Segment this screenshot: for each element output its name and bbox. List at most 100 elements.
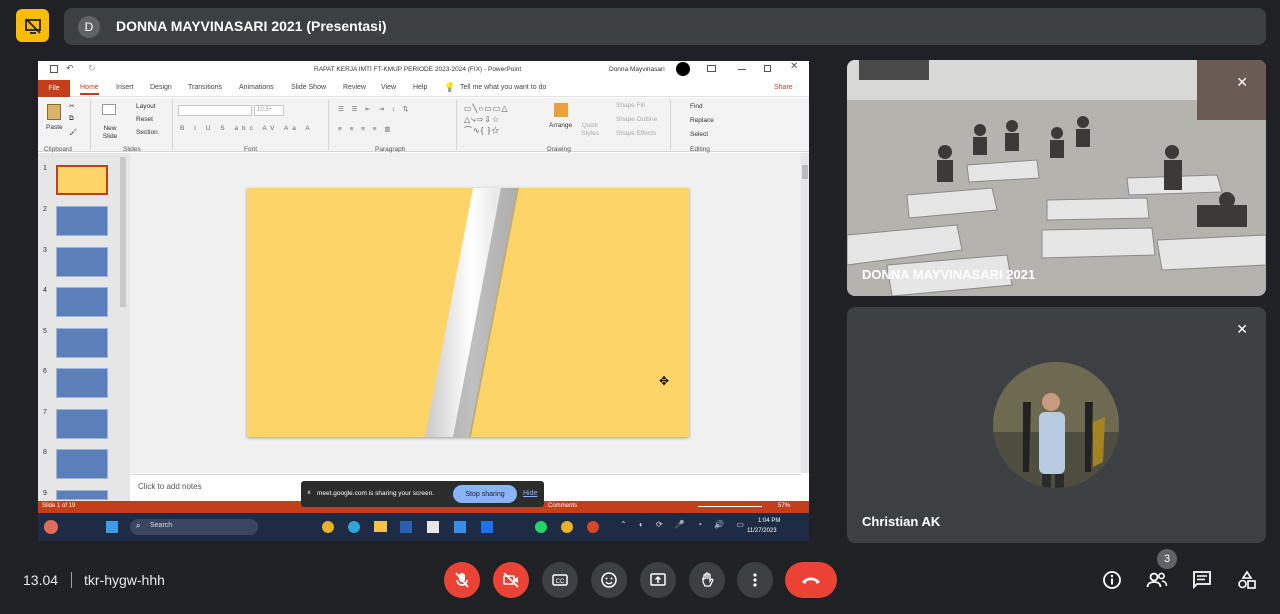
select-button[interactable]: Select xyxy=(690,131,708,138)
widgets-icon[interactable] xyxy=(44,520,58,534)
slide-thumbnail-7[interactable] xyxy=(56,409,108,439)
undo-icon[interactable]: ↶ xyxy=(66,63,74,74)
tab-design[interactable]: Design xyxy=(150,84,172,91)
format-painter-icon[interactable]: 🖌 xyxy=(69,128,77,136)
slide-thumbnail-5[interactable] xyxy=(56,328,108,358)
calendar-icon[interactable] xyxy=(427,521,439,533)
font-format-icons[interactable]: B I U S abc AV Aa A xyxy=(180,125,314,132)
stop-sharing-button[interactable]: Stop sharing xyxy=(453,485,517,503)
mic-toggle-button[interactable] xyxy=(444,562,480,598)
reactions-button[interactable] xyxy=(591,562,627,598)
shapes-gallery[interactable]: ▭╲○▭▭△ △⤷⇨⇩☆ ⌒∿{ }☆ xyxy=(464,103,508,136)
arrange-button[interactable]: Arrange xyxy=(549,122,572,129)
slide-thumbnail-4[interactable] xyxy=(56,287,108,317)
current-slide[interactable]: ✥ xyxy=(247,188,689,437)
chrome-profile-icon[interactable] xyxy=(561,521,573,533)
present-button[interactable] xyxy=(640,562,676,598)
captions-button[interactable]: CC xyxy=(542,562,578,598)
edge-icon[interactable] xyxy=(348,521,360,533)
font-name-box[interactable] xyxy=(178,105,252,116)
share-button[interactable]: Share xyxy=(774,84,793,91)
new-slide-icon[interactable] xyxy=(102,104,116,115)
meeting-code: tkr-hygw-hhh xyxy=(84,572,165,588)
hide-share-notice-link[interactable]: Hide xyxy=(523,490,537,497)
raise-hand-button[interactable] xyxy=(689,562,725,598)
minimize-icon[interactable] xyxy=(738,69,746,70)
mail-icon[interactable] xyxy=(454,521,466,533)
tab-help[interactable]: Help xyxy=(413,84,427,91)
tab-animations[interactable]: Animations xyxy=(239,84,274,91)
paragraph-icons[interactable]: ☰ ☰ ⇤ ⇥ ↕ ⇅ xyxy=(338,105,411,113)
tab-view[interactable]: View xyxy=(381,84,396,91)
tab-insert[interactable]: Insert xyxy=(116,84,134,91)
chrome-icon[interactable] xyxy=(322,521,334,533)
tab-file[interactable]: File xyxy=(38,80,70,97)
powerpoint-icon[interactable] xyxy=(587,521,599,533)
editor-scrollbar[interactable] xyxy=(801,153,809,473)
slide-thumbnail-8[interactable] xyxy=(56,449,108,479)
copy-icon[interactable]: ⧉ xyxy=(69,115,74,123)
shape-effects-button[interactable]: Shape Effects xyxy=(616,130,656,137)
meeting-time: 13.04 xyxy=(23,572,59,588)
shape-outline-button[interactable]: Shape Outline xyxy=(616,116,657,123)
dropbox-icon[interactable] xyxy=(481,521,493,533)
presenting-badge[interactable] xyxy=(16,9,49,42)
save-icon[interactable] xyxy=(50,65,58,73)
start-icon[interactable] xyxy=(106,521,118,533)
group-slides-label: Slides xyxy=(123,146,141,153)
tab-slide-show[interactable]: Slide Show xyxy=(291,84,326,91)
tray-icons[interactable]: ⌃ ◐ ⟳ 🎤 ◔ 🔊 ▭ xyxy=(620,520,749,529)
slide-thumbnail-3[interactable] xyxy=(56,247,108,277)
activities-button[interactable] xyxy=(1235,568,1259,592)
participant-name: DONNA MAYVINASARI 2021 xyxy=(862,267,1036,282)
tab-transitions[interactable]: Transitions xyxy=(188,84,222,91)
redo-icon[interactable]: ↻ xyxy=(88,63,96,74)
reset-button[interactable]: Reset xyxy=(136,116,153,123)
layout-button[interactable]: Layout xyxy=(136,103,156,110)
arrange-icon[interactable] xyxy=(554,103,568,117)
close-icon[interactable]: ✕ xyxy=(790,61,798,72)
more-options-button[interactable] xyxy=(737,562,773,598)
file-explorer-icon[interactable] xyxy=(374,521,387,532)
hang-up-icon xyxy=(802,577,820,584)
zoom-slider[interactable] xyxy=(698,506,762,507)
tell-me-search[interactable]: Tell me what you want to do xyxy=(460,84,546,91)
editor-scroll-thumb[interactable] xyxy=(802,165,808,179)
thumb-scrollbar[interactable] xyxy=(120,157,126,307)
tab-home[interactable]: Home xyxy=(80,84,99,95)
meeting-details-button[interactable] xyxy=(1100,568,1124,592)
drag-handle-icon[interactable]: ⏸ xyxy=(307,488,311,498)
camera-toggle-button[interactable] xyxy=(493,562,529,598)
cut-icon[interactable]: ✂ xyxy=(69,102,74,110)
slide-thumbnail-1[interactable] xyxy=(56,165,108,195)
user-avatar[interactable] xyxy=(676,62,690,76)
paste-icon[interactable] xyxy=(47,104,61,120)
divider xyxy=(71,572,72,588)
restore-icon[interactable] xyxy=(764,65,771,72)
people-button[interactable] xyxy=(1145,568,1169,592)
ribbon-display-icon[interactable] xyxy=(707,65,716,72)
taskbar-search[interactable]: ⌕ Search xyxy=(130,519,258,535)
comments-button[interactable]: Comments xyxy=(548,503,577,509)
section-button[interactable]: Section xyxy=(136,129,158,136)
align-icons[interactable]: ≡ ≡ ≡ ≡ ▥ xyxy=(338,125,394,133)
replace-button[interactable]: Replace xyxy=(690,117,714,124)
slide-thumbnail-6[interactable] xyxy=(56,368,108,398)
quick-styles-button[interactable]: Quick Styles xyxy=(578,122,602,138)
slide-thumbnail-9[interactable] xyxy=(56,490,108,500)
find-button[interactable]: Find xyxy=(690,103,703,110)
word-icon[interactable] xyxy=(400,521,412,533)
leave-call-button[interactable] xyxy=(785,562,837,598)
font-size-box[interactable]: 10.5+ xyxy=(254,105,284,116)
tab-review[interactable]: Review xyxy=(343,84,366,91)
new-slide-button[interactable]: New Slide xyxy=(100,125,120,141)
shape-fill-button[interactable]: Shape Fill xyxy=(616,102,645,109)
slide-thumbnail-2[interactable] xyxy=(56,206,108,236)
participant-tile-1[interactable]: ✕ DONNA MAYVINASARI 2021 xyxy=(847,60,1266,296)
participant-tile-2[interactable]: ✕ Christian AK xyxy=(847,307,1266,543)
present-screen-icon xyxy=(650,573,666,586)
paste-button[interactable]: Paste xyxy=(46,124,63,131)
chat-button[interactable] xyxy=(1190,568,1214,592)
whatsapp-icon[interactable] xyxy=(535,521,547,533)
thumb-number: 2 xyxy=(43,206,47,213)
